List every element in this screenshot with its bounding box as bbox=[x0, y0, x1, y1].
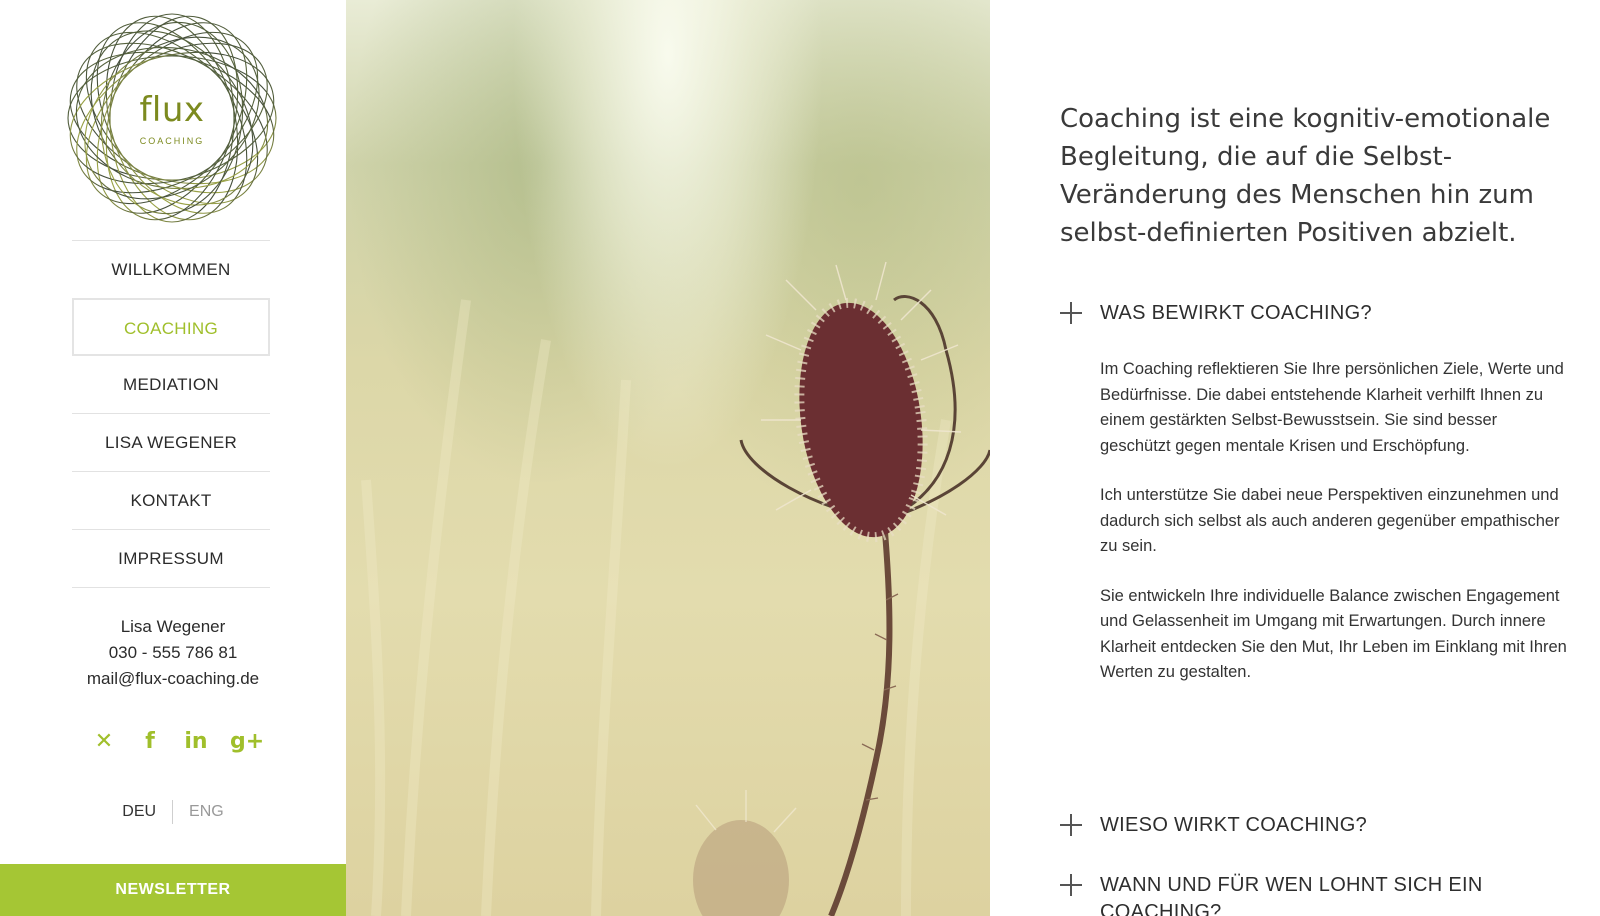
nav-item-impressum[interactable]: IMPRESSUM bbox=[72, 530, 270, 588]
accordion-title[interactable]: WIESO WIRKT COACHING? bbox=[1100, 812, 1367, 839]
lang-deu[interactable]: DEU bbox=[106, 803, 172, 821]
plus-icon[interactable] bbox=[1060, 302, 1082, 324]
accordion-title[interactable]: WANN UND FÜR WEN LOHNT SICH EIN COACHING… bbox=[1100, 872, 1580, 916]
plus-icon[interactable] bbox=[1060, 814, 1082, 836]
nav-item-mediation[interactable]: MEDIATION bbox=[72, 356, 270, 414]
accordion-section-wann-lohnt: WANN UND FÜR WEN LOHNT SICH EIN COACHING… bbox=[1060, 872, 1580, 916]
accordion-header-was-bewirkt[interactable]: WAS BEWIRKT COACHING? bbox=[1060, 300, 1580, 327]
accordion-header-wieso-wirkt[interactable]: WIESO WIRKT COACHING? bbox=[1060, 812, 1580, 839]
language-switcher: DEU ENG bbox=[0, 800, 346, 824]
accordion-paragraph: Ich unterstütze Sie dabei neue Perspekti… bbox=[1100, 486, 1560, 555]
sidebar: flux COACHING WILLKOMMEN COACHING MEDIAT… bbox=[0, 0, 346, 916]
flux-logo[interactable]: flux COACHING bbox=[60, 12, 284, 224]
accordion-paragraph: Im Coaching reflektieren Sie Ihre persön… bbox=[1100, 360, 1564, 455]
intro-block: Coaching ist eine kognitiv-emotionale Be… bbox=[1060, 100, 1560, 252]
nav-item-coaching[interactable]: COACHING bbox=[72, 298, 270, 356]
accordion-section-was-bewirkt: WAS BEWIRKT COACHING? Im Coaching reflek… bbox=[1060, 300, 1580, 710]
google-plus-icon[interactable]: g+ bbox=[230, 728, 264, 756]
main-navigation: WILLKOMMEN COACHING MEDIATION LISA WEGEN… bbox=[72, 240, 270, 588]
social-links: ✕ f in g+ bbox=[0, 728, 346, 756]
facebook-icon[interactable]: f bbox=[138, 728, 162, 756]
plus-icon[interactable] bbox=[1060, 874, 1082, 896]
contact-block: Lisa Wegener 030 - 555 786 81 mail@flux-… bbox=[0, 614, 346, 692]
accordion-section-wieso-wirkt: WIESO WIRKT COACHING? bbox=[1060, 812, 1580, 839]
accordion-header-wann-lohnt[interactable]: WANN UND FÜR WEN LOHNT SICH EIN COACHING… bbox=[1060, 872, 1580, 916]
lang-eng[interactable]: ENG bbox=[173, 803, 240, 821]
logo-subtitle: COACHING bbox=[139, 136, 205, 146]
teasel-illustration bbox=[361, 261, 990, 916]
hero-photo-teasel bbox=[346, 0, 990, 916]
nav-item-lisa-wegener[interactable]: LISA WEGENER bbox=[72, 414, 270, 472]
contact-email[interactable]: mail@flux-coaching.de bbox=[0, 666, 346, 692]
accordion-paragraph: Sie entwickeln Ihre individuelle Balance… bbox=[1100, 586, 1567, 682]
contact-name: Lisa Wegener bbox=[120, 617, 226, 636]
nav-item-kontakt[interactable]: KONTAKT bbox=[72, 472, 270, 530]
nav-item-willkommen[interactable]: WILLKOMMEN bbox=[72, 241, 270, 299]
accordion-title[interactable]: WAS BEWIRKT COACHING? bbox=[1100, 300, 1372, 327]
accordion-body: Im Coaching reflektieren Sie Ihre persön… bbox=[1100, 357, 1570, 686]
contact-phone[interactable]: 030 - 555 786 81 bbox=[0, 640, 346, 666]
linkedin-icon[interactable]: in bbox=[184, 728, 208, 756]
intro-statement: Coaching ist eine kognitiv-emotionale Be… bbox=[1060, 104, 1551, 248]
logo-wordmark: flux bbox=[139, 90, 205, 130]
newsletter-button[interactable]: NEWSLETTER bbox=[0, 864, 346, 916]
xing-icon[interactable]: ✕ bbox=[92, 728, 116, 756]
